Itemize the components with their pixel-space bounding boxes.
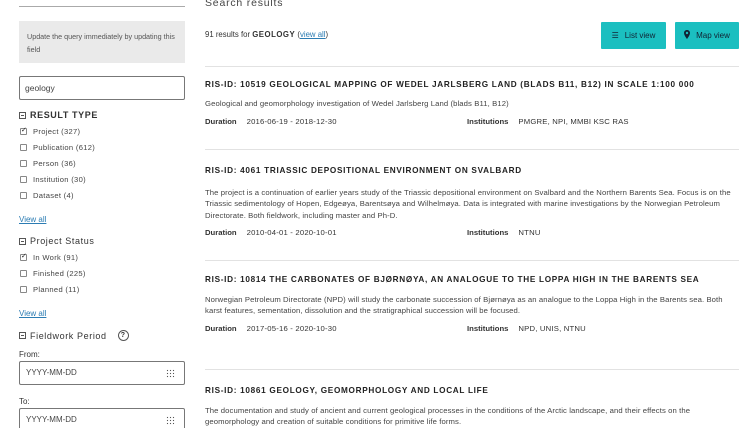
result-divider [205,369,739,370]
map-view-button[interactable]: Map view [675,22,739,49]
query-input[interactable]: geology [19,76,185,100]
duration-label: Duration [205,323,237,333]
facet-option-project[interactable]: Project (327) [20,127,80,136]
result-type-title: RESULT TYPE [30,110,98,120]
collapse-icon[interactable] [19,332,26,339]
result-title[interactable]: RIS-ID: 10861 GEOLOGY, GEOMORPHOLOGY AND… [205,384,739,398]
result-meta: Duration 2010-04-01 - 2020-10-01 Institut… [205,228,739,237]
result-divider [205,66,739,67]
calendar-icon[interactable] [166,416,175,425]
project-status-header[interactable]: Project Status [19,236,94,246]
checkbox-icon[interactable] [20,270,27,277]
result-title[interactable]: RIS-ID: 10519 GEOLOGICAL MAPPING OF WEDE… [205,78,739,92]
institutions-label: Institutions [467,227,509,237]
result-meta: Duration 2017-05-16 - 2020-10-30 Institut… [205,324,739,333]
duration-label: Duration [205,117,237,127]
result-description: Norwegian Petroleum Directorate (NPD) wi… [205,295,723,316]
result-item: RIS-ID: 10519 GEOLOGICAL MAPPING OF WEDE… [205,78,739,126]
list-view-button[interactable]: ☰ List view [601,22,666,49]
to-date-placeholder: YYYY-MM-DD [26,415,77,424]
result-item: RIS-ID: 4061 TRIASSIC DEPOSITIONAL ENVIR… [205,164,739,237]
facet-option-label: Dataset (4) [33,191,74,200]
result-item: RIS-ID: 10861 GEOLOGY, GEOMORPHOLOGY AND… [205,384,739,428]
results-count: 91 results for GEOLOGY (view all) [205,30,329,39]
facet-option-dataset[interactable]: Dataset (4) [20,191,74,200]
count-prefix: 91 results for [205,30,253,39]
collapse-icon[interactable] [19,237,26,245]
from-date-placeholder: YYYY-MM-DD [26,368,77,377]
project-status-view-all-link[interactable]: View all [19,309,46,318]
to-label: To: [19,397,30,406]
facet-option-planned[interactable]: Planned (11) [20,285,80,294]
checkbox-icon[interactable] [20,144,27,151]
facet-option-publication[interactable]: Publication (612) [20,143,95,152]
institutions-value: NPD, UNIS, NTNU [518,323,586,333]
facet-option-person[interactable]: Person (36) [20,159,76,168]
result-type-header[interactable]: RESULT TYPE [19,110,98,120]
help-icon[interactable]: ? [117,330,129,341]
institutions-label: Institutions [467,323,509,333]
institutions-value: PMGRE, NPI, MMBI KSC RAS [518,117,629,127]
duration-value: 2010-04-01 - 2020-10-01 [246,227,337,237]
checkbox-checked-icon[interactable] [20,128,27,135]
map-view-label: Map view [696,31,730,40]
map-pin-icon [684,30,691,41]
result-description: The documentation and study of ancient a… [205,406,691,427]
facet-option-in-work[interactable]: In Work (91) [20,253,78,262]
from-date-input[interactable]: YYYY-MM-DD [19,361,185,385]
page-title: Search results [205,0,284,9]
duration-value: 2017-05-16 - 2020-10-30 [246,323,337,333]
institutions-value: NTNU [518,227,541,237]
facet-option-label: Person (36) [33,159,76,168]
collapse-icon[interactable] [19,111,26,119]
facet-option-label: Institution (30) [33,175,86,184]
facet-option-label: Publication (612) [33,143,96,152]
checkbox-icon[interactable] [20,192,27,199]
from-label: From: [19,350,40,359]
checkbox-icon[interactable] [20,160,27,167]
fieldwork-period-header[interactable]: Fieldwork Period ? [19,330,129,341]
facet-option-label: In Work (91) [33,253,79,262]
list-icon: ☰ [611,31,619,40]
to-date-input[interactable]: YYYY-MM-DD [19,408,185,428]
duration-label: Duration [205,227,237,237]
checkbox-checked-icon[interactable] [20,254,27,261]
checkbox-icon[interactable] [20,286,27,293]
facet-option-label: Finished (225) [33,269,86,278]
result-meta: Duration 2016-06-19 - 2018-12-30 Institut… [205,117,739,126]
result-description: Geological and geomorphology investigati… [205,99,509,108]
result-divider [205,149,739,150]
result-title[interactable]: RIS-ID: 10814 THE CARBONATES OF BJØRNØYA… [205,273,739,287]
facet-option-finished[interactable]: Finished (225) [20,269,86,278]
result-title[interactable]: RIS-ID: 4061 TRIASSIC DEPOSITIONAL ENVIR… [205,164,739,178]
view-all-results-link[interactable]: view all [300,30,326,39]
result-description: The project is a continuation of earlier… [205,188,731,220]
project-status-title: Project Status [30,236,95,246]
calendar-icon[interactable] [166,369,175,378]
result-divider [205,260,739,261]
facet-option-label: Project (327) [33,127,81,136]
list-view-label: List view [624,31,656,40]
facet-option-label: Planned (11) [33,285,80,294]
facet-option-institution[interactable]: Institution (30) [20,175,86,184]
institutions-label: Institutions [467,117,509,127]
query-hint: Update the query immediately by updating… [19,21,185,63]
checkbox-icon[interactable] [20,176,27,183]
query-term: GEOLOGY [252,30,296,39]
sidebar-top-divider [19,6,185,7]
result-item: RIS-ID: 10814 THE CARBONATES OF BJØRNØYA… [205,273,739,333]
result-type-view-all-link[interactable]: View all [19,215,46,224]
fieldwork-period-title: Fieldwork Period [30,330,107,341]
duration-value: 2016-06-19 - 2018-12-30 [246,117,337,127]
